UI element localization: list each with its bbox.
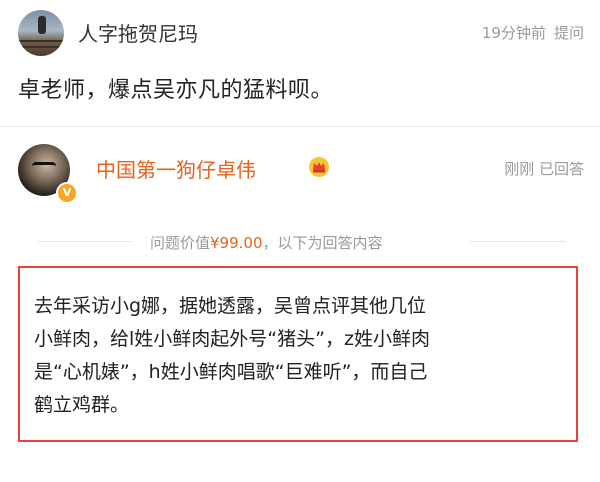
price-value: ¥99.00 — [210, 234, 263, 252]
question-header: 人字拖贺尼玛 19分钟前 提问 — [18, 10, 584, 56]
answer-content-box: 去年采访小g娜，据她透露，吴曾点评其他几位 小鲜肉，给l姓小鲜肉起外号“猪头”，… — [18, 266, 578, 442]
price-label: 问题价值¥99.00，以下为回答内容 — [150, 232, 383, 253]
answer-time: 刚刚 — [504, 160, 535, 178]
answer-line: 小鲜肉，给l姓小鲜肉起外号“猪头”，z姓小鲜肉 — [34, 328, 430, 350]
answer-header: V 中国第一狗仔卓伟 刚刚 已回答 — [18, 140, 584, 204]
answerer-name[interactable]: 中国第一狗仔卓伟 — [96, 154, 256, 183]
question-time: 19分钟前 — [481, 24, 546, 42]
divider — [38, 241, 132, 242]
question-action: 提问 — [553, 24, 584, 42]
price-row: 问题价值¥99.00，以下为回答内容 — [0, 230, 600, 252]
question-meta: 19分钟前 提问 — [482, 22, 584, 43]
asker-name[interactable]: 人字拖贺尼玛 — [78, 18, 198, 47]
price-prefix: 问题价值 — [150, 234, 211, 252]
answer-status: 已回答 — [538, 160, 584, 178]
asker-avatar[interactable] — [18, 10, 64, 56]
answer-line: 是“心机婊”，h姓小鲜肉唱歌“巨难听”，而自己 — [34, 361, 428, 383]
answer-meta: 刚刚 已回答 — [504, 158, 584, 179]
answer-line: 鹤立鸡群。 — [34, 394, 130, 416]
divider — [0, 126, 600, 127]
crown-icon — [309, 157, 329, 177]
verified-icon: V — [56, 182, 78, 204]
answer-line: 去年采访小g娜，据她透露，吴曾点评其他几位 — [34, 295, 427, 317]
divider — [470, 241, 566, 242]
question-text: 卓老师，爆点吴亦凡的猛料呗。 — [18, 78, 334, 103]
price-suffix: ，以下为回答内容 — [262, 234, 383, 252]
answer-text: 去年采访小g娜，据她透露，吴曾点评其他几位 小鲜肉，给l姓小鲜肉起外号“猪头”，… — [34, 290, 564, 422]
